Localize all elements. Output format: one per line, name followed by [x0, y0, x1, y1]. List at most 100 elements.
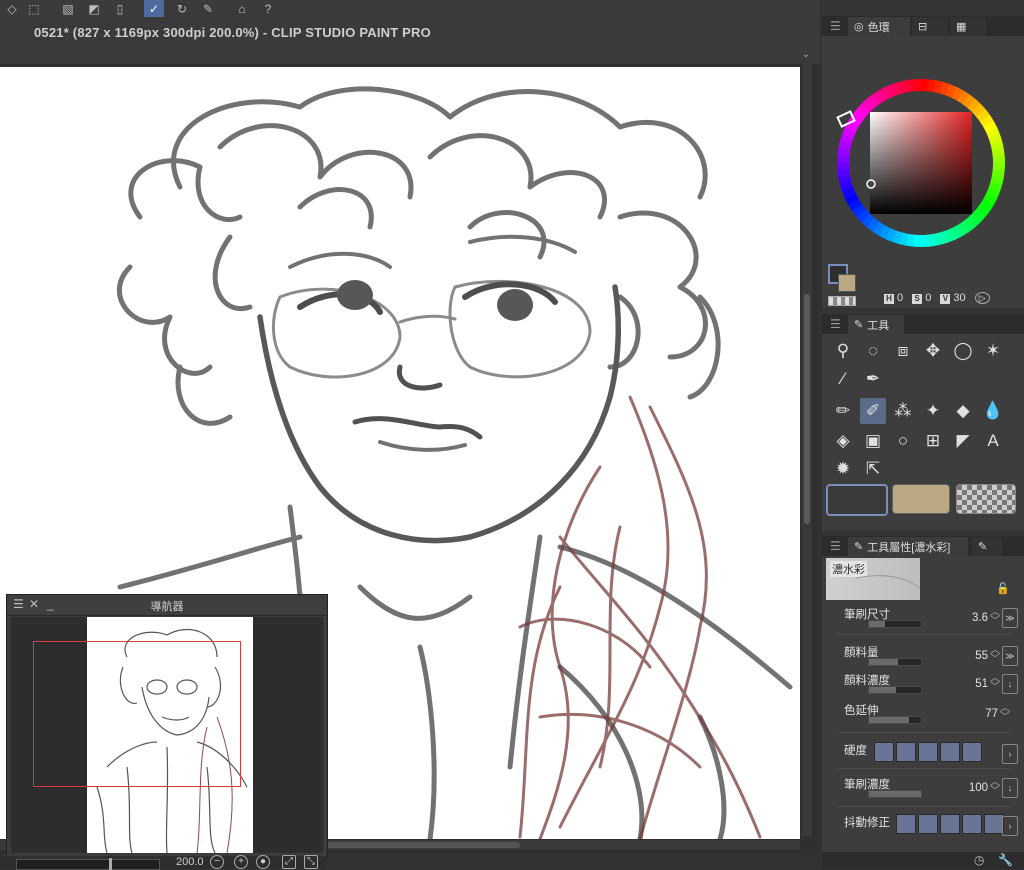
brush-size-stepper[interactable]: ︿﹀	[990, 608, 1000, 626]
hue-ring-segment[interactable]	[857, 113, 861, 119]
hue-ring-segment[interactable]	[996, 177, 998, 184]
blend-tool-icon[interactable]: 💧	[980, 398, 1006, 424]
hue-ring-segment[interactable]	[882, 92, 888, 95]
stabilization-level-3[interactable]	[940, 814, 960, 834]
vertical-scrollbar[interactable]	[802, 64, 812, 836]
zoom-slider[interactable]	[16, 859, 160, 870]
hue-ring-segment[interactable]	[981, 113, 985, 119]
hue-ring-segment[interactable]	[853, 202, 857, 208]
sub-color-chip[interactable]	[892, 484, 950, 514]
correct-line-tool-icon[interactable]: ⇱	[860, 456, 886, 482]
hue-ring-segment[interactable]	[846, 136, 848, 143]
color-stretch-stepper[interactable]: ︿﹀	[1000, 704, 1010, 722]
paint-amount-slider[interactable]	[868, 658, 922, 666]
eraser-tool-icon[interactable]: ◆	[950, 398, 976, 424]
hue-ring-segment[interactable]	[954, 231, 960, 234]
brush-density-value[interactable]: 100	[969, 782, 988, 794]
brush-size-row[interactable]: 筆刷尺寸 3.6 ︿﹀ ≫	[844, 606, 1020, 632]
hue-ring-segment[interactable]	[994, 136, 996, 143]
color-stretch-row[interactable]: 色延伸 77 ︿﹀	[844, 702, 1020, 728]
navigator-viewport-frame[interactable]	[33, 641, 241, 787]
hue-ring-segment[interactable]	[985, 118, 989, 124]
tab-color-set[interactable]: ▦	[950, 17, 986, 36]
lock-icon[interactable]: 🔓	[996, 582, 1010, 595]
hue-ring-segment[interactable]	[900, 238, 907, 240]
fit-window-icon[interactable]: ⤢	[282, 855, 296, 869]
hue-ring-segment[interactable]	[843, 169, 844, 176]
transparent-color-chip[interactable]	[956, 484, 1016, 514]
hue-ring-segment[interactable]	[965, 223, 971, 227]
stop-icon[interactable]: ▯	[110, 0, 130, 17]
hue-ring-segment[interactable]	[998, 149, 999, 156]
paint-amount-pressure-button[interactable]: ≫	[1002, 646, 1018, 666]
paint-density-pressure-button[interactable]: ↓	[1002, 674, 1018, 694]
tab-tool-property[interactable]: ✎ 工具屬性[濃水彩]	[848, 537, 968, 556]
hue-ring-segment[interactable]	[871, 223, 877, 227]
reset-icon[interactable]: ◷	[974, 853, 984, 867]
hue-ring-segment[interactable]	[976, 108, 981, 113]
play-icon[interactable]: ▷	[975, 292, 990, 304]
pen-edit-icon[interactable]: ✎	[198, 0, 218, 17]
paint-density-value[interactable]: 51	[975, 678, 988, 690]
balloon-tool-icon[interactable]: ✹	[830, 456, 856, 482]
move-tool-icon[interactable]: ✥	[920, 338, 946, 364]
hue-ring-segment[interactable]	[954, 92, 960, 95]
zoom-tool-icon[interactable]: ⚲	[830, 338, 856, 364]
lasso-tool-icon[interactable]: ◌	[860, 338, 886, 364]
hue-ring-segment[interactable]	[850, 196, 853, 202]
hue-ring-segment[interactable]	[843, 149, 844, 156]
hue-ring-segment[interactable]	[861, 108, 866, 113]
layer-move-tool-icon[interactable]: ⧈	[890, 338, 916, 364]
paint-density-row[interactable]: 顏料濃度 51 ︿﹀ ↓	[844, 672, 1020, 698]
color-stretch-slider[interactable]	[868, 716, 922, 724]
hue-ring-segment[interactable]	[888, 90, 895, 93]
tone-icon[interactable]: ◩	[84, 0, 104, 17]
tab-color-wheel[interactable]: ◎ 色環	[848, 17, 910, 36]
hardness-level-3[interactable]	[918, 742, 938, 762]
hue-ring-segment[interactable]	[989, 124, 992, 130]
navigator-preview[interactable]	[11, 617, 323, 853]
hue-ring-segment[interactable]	[960, 95, 966, 99]
hue-ring-segment[interactable]	[894, 88, 901, 90]
brush-density-slider[interactable]	[868, 790, 922, 798]
hue-ring-segment[interactable]	[966, 99, 972, 103]
hardness-level-2[interactable]	[896, 742, 916, 762]
hardness-expand-button[interactable]: ›	[1002, 744, 1018, 764]
brush-size-value[interactable]: 3.6	[972, 612, 988, 624]
menu-icon[interactable]: ☰	[830, 19, 841, 33]
brush-density-stepper[interactable]: ︿﹀	[990, 778, 1000, 796]
hue-ring-segment[interactable]	[935, 86, 942, 88]
hue-ring-segment[interactable]	[992, 130, 995, 137]
paint-amount-row[interactable]: 顏料量 55 ︿﹀ ≫	[844, 644, 1020, 670]
hue-ring-segment[interactable]	[971, 218, 976, 223]
stabilization-expand-button[interactable]: ›	[1002, 816, 1018, 836]
zoom-slider-knob[interactable]	[109, 858, 112, 870]
hue-ring-segment[interactable]	[992, 190, 995, 197]
figure-tool-icon[interactable]: ○	[890, 428, 916, 454]
text-tool-icon[interactable]: A	[980, 428, 1006, 454]
check-icon[interactable]: ✓	[144, 0, 164, 17]
zoom-in-button[interactable]: +	[234, 855, 248, 869]
hue-ring-segment[interactable]	[857, 207, 861, 213]
hue-ring-segment[interactable]	[901, 86, 908, 88]
fill-icon[interactable]: ▧	[58, 0, 78, 17]
hue-ring-segment[interactable]	[976, 213, 981, 218]
rotate-icon[interactable]: ↻	[172, 0, 192, 17]
hue-ring-segment[interactable]	[927, 240, 934, 241]
select-circle-tool-icon[interactable]: ◯	[950, 338, 976, 364]
hue-ring-segment[interactable]	[861, 213, 866, 218]
zoom-value[interactable]: 200.0	[176, 856, 204, 868]
paint-amount-value[interactable]: 55	[975, 650, 988, 662]
gradient-tool-icon[interactable]: ▣	[860, 428, 886, 454]
stabilization-row[interactable]: 抖動修正 ›	[844, 814, 1020, 840]
hue-ring-segment[interactable]	[850, 124, 853, 130]
tab-color-slider[interactable]: ⊟	[912, 17, 948, 36]
hue-ring-segment[interactable]	[846, 183, 848, 190]
select-icon[interactable]: ⬚	[24, 0, 44, 17]
hue-ring-segment[interactable]	[960, 227, 966, 231]
fullscreen-icon[interactable]: ⤡	[304, 855, 318, 869]
eyedropper-tool-icon[interactable]: ⁄	[830, 366, 856, 392]
hue-ring-segment[interactable]	[907, 85, 914, 86]
hue-ring-segment[interactable]	[848, 130, 851, 137]
stabilization-level-1[interactable]	[896, 814, 916, 834]
